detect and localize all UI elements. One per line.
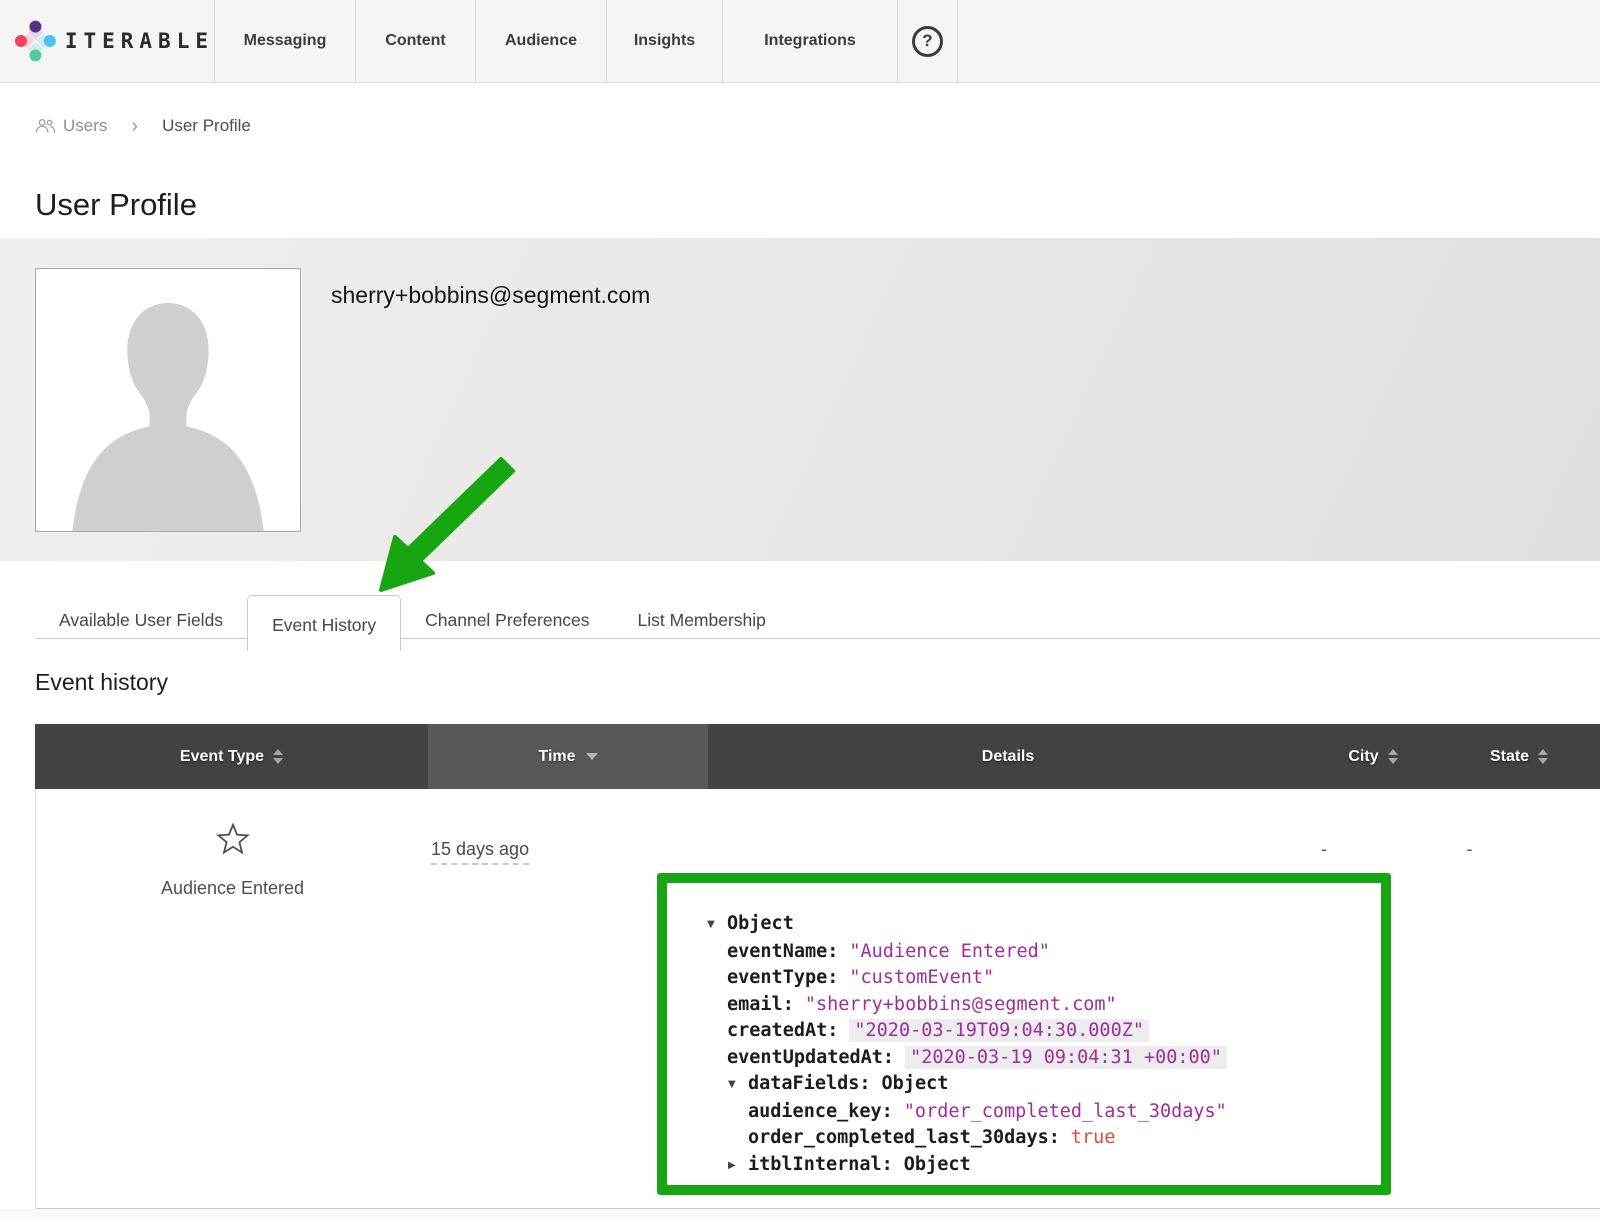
column-header-time[interactable]: Time	[428, 724, 708, 789]
collapse-expanded-icon[interactable]: ▼	[707, 912, 727, 939]
json-field-eventName: eventName:"Audience Entered"	[707, 939, 1361, 966]
nav-label: Audience	[505, 32, 577, 50]
collapse-expanded-icon[interactable]: ▼	[728, 1072, 748, 1099]
nav-label: Insights	[634, 32, 695, 50]
column-label: State	[1490, 748, 1529, 766]
sort-icon	[1388, 749, 1398, 764]
breadcrumb: Users › User Profile	[35, 116, 1600, 136]
json-field-eventType: eventType:"customEvent"	[707, 965, 1361, 992]
tab-label: Event History	[272, 615, 376, 635]
nav-label: Content	[385, 32, 445, 50]
sort-desc-icon	[586, 753, 598, 760]
profile-header: sherry+bobbins@segment.com	[0, 238, 1600, 561]
profile-content: Available User Fields Event History Chan…	[0, 595, 1600, 1209]
json-node-root: ▼Object	[707, 911, 1361, 939]
column-label: Details	[982, 748, 1034, 766]
help-button[interactable]: ?	[897, 0, 958, 82]
page-title: User Profile	[35, 188, 1600, 222]
avatar	[35, 268, 301, 532]
table-header: Event Type Time Details City State	[35, 724, 1600, 789]
tab-channel-preferences[interactable]: Channel Preferences	[401, 610, 613, 638]
json-field-audience-key: audience_key:"order_completed_last_30day…	[707, 1099, 1361, 1126]
help-icon: ?	[912, 26, 943, 57]
nav-label: Messaging	[244, 32, 327, 50]
column-header-event-type[interactable]: Event Type	[35, 724, 428, 789]
column-header-details: Details	[708, 724, 1308, 789]
sort-icon	[1538, 749, 1548, 764]
tab-available-user-fields[interactable]: Available User Fields	[35, 610, 247, 638]
profile-tabs: Available User Fields Event History Chan…	[35, 595, 1600, 639]
json-field-eventUpdatedAt: eventUpdatedAt:"2020-03-19 09:04:31 +00:…	[707, 1045, 1361, 1072]
json-node-dataFields: ▼dataFields:Object	[707, 1071, 1361, 1099]
users-icon	[35, 118, 56, 134]
json-field-email: email:"sherry+bobbins@segment.com"	[707, 992, 1361, 1019]
column-label: Event Type	[180, 748, 264, 766]
tab-list-membership[interactable]: List Membership	[614, 610, 790, 638]
chevron-right-icon: ›	[131, 118, 138, 134]
avatar-placeholder-icon	[36, 269, 300, 531]
state-cell: -	[1439, 789, 1600, 1208]
event-history-table: Event Type Time Details City State	[35, 724, 1600, 1209]
json-node-itblInternal: ▶itblInternal:Object	[707, 1152, 1361, 1180]
tab-label: Available User Fields	[59, 610, 223, 630]
sort-icon	[273, 749, 283, 764]
tab-event-history[interactable]: Event History	[247, 595, 401, 651]
column-label: City	[1348, 748, 1378, 766]
iterable-diamond-icon	[15, 12, 56, 70]
event-type-cell: Audience Entered	[36, 789, 429, 1208]
top-nav: ITERABLE Messaging Content Audience Insi…	[0, 0, 1600, 83]
nav-item-insights[interactable]: Insights	[606, 0, 722, 82]
nav-item-messaging[interactable]: Messaging	[214, 0, 355, 82]
tab-label: Channel Preferences	[425, 610, 589, 630]
nav-item-integrations[interactable]: Integrations	[722, 0, 897, 82]
section-title: Event history	[35, 668, 1600, 696]
column-header-state[interactable]: State	[1438, 724, 1600, 789]
star-icon[interactable]	[215, 821, 251, 857]
user-profile-page: ITERABLE Messaging Content Audience Insi…	[0, 0, 1600, 1219]
nav-item-audience[interactable]: Audience	[475, 0, 606, 82]
json-field-createdAt: createdAt:"2020-03-19T09:04:30.000Z"	[707, 1018, 1361, 1045]
nav-label: Integrations	[764, 32, 856, 50]
user-email: sherry+bobbins@segment.com	[331, 282, 650, 309]
page-bottom-strip	[0, 1209, 1600, 1219]
breadcrumb-root-label: Users	[63, 116, 107, 136]
iterable-logo[interactable]: ITERABLE	[0, 0, 214, 82]
nav-item-content[interactable]: Content	[355, 0, 475, 82]
column-label: Time	[538, 748, 575, 766]
collapse-collapsed-icon[interactable]: ▶	[728, 1153, 748, 1180]
column-header-city[interactable]: City	[1308, 724, 1438, 789]
json-field-order-completed: order_completed_last_30days:true	[707, 1125, 1361, 1152]
event-details-json-annotated: ▼Object eventName:"Audience Entered" eve…	[657, 873, 1391, 1195]
relative-time[interactable]: 15 days ago	[431, 839, 529, 865]
tab-label: List Membership	[638, 610, 766, 630]
table-row: Audience Entered 15 days ago - - ▼Object…	[35, 789, 1600, 1209]
json-object-label: Object	[727, 913, 794, 934]
breadcrumb-current: User Profile	[162, 116, 251, 136]
brand-wordmark: ITERABLE	[65, 29, 214, 53]
breadcrumb-users-link[interactable]: Users	[35, 116, 107, 136]
event-type-label: Audience Entered	[36, 878, 429, 899]
